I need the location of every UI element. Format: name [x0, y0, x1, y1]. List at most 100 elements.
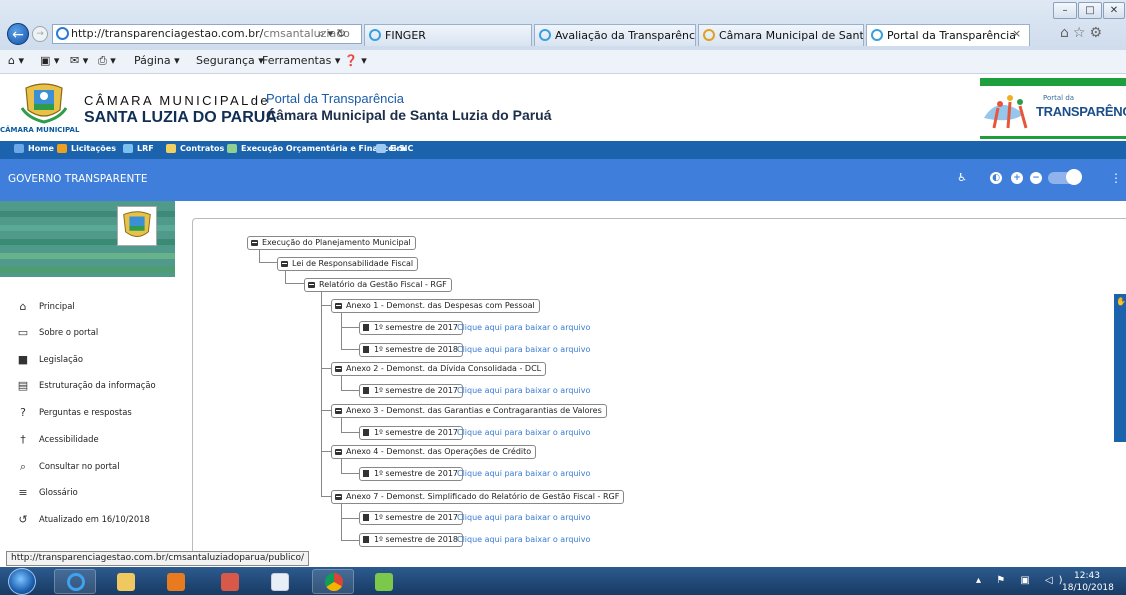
taskbar-paint[interactable] [208, 569, 250, 594]
download-link[interactable]: Clique aqui para baixar o arquivo [457, 321, 590, 335]
sidebar-item-sobre[interactable]: ▭ Sobre o portal [0, 320, 175, 346]
page-menu[interactable]: Página ▾ [134, 54, 180, 67]
tree-file-node[interactable]: 1º semestre de 2017 [359, 511, 463, 525]
paint-icon [221, 573, 239, 591]
taskbar-ie[interactable] [54, 569, 96, 594]
download-link[interactable]: Clique aqui para baixar o arquivo [457, 511, 590, 525]
search-icon: ⌕ [19, 460, 27, 473]
home-icon [14, 144, 24, 153]
collapse-icon[interactable] [335, 303, 342, 309]
sidebar-item-estruturacao[interactable]: ▤ Estruturação da informação [0, 373, 175, 399]
menu-label: Contratos [180, 144, 225, 153]
sidebar-item-label: Legislação [39, 354, 83, 364]
home-command[interactable]: ⌂ ▾ [8, 54, 24, 67]
forward-button[interactable]: → [32, 26, 48, 42]
portal-title: Portal da Transparência [266, 91, 405, 106]
node-label: 1º semestre de 2017 [374, 386, 458, 395]
tree-file-node[interactable]: 1º semestre de 2017 [359, 467, 463, 481]
menu-lrf[interactable]: LRF [123, 144, 154, 153]
download-link[interactable]: Clique aqui para baixar o arquivo [457, 426, 590, 440]
sidebar-item-acessibilidade[interactable]: † Acessibilidade [0, 427, 175, 453]
more-options-icon[interactable]: ⋮ [1110, 172, 1122, 184]
zoom-out-icon[interactable]: − [1030, 172, 1042, 184]
taskbar-notepad[interactable] [258, 569, 300, 594]
collapse-icon[interactable] [335, 408, 342, 414]
back-button[interactable]: ← [7, 23, 29, 45]
mail-command[interactable]: ✉ ▾ [70, 54, 88, 67]
help-menu[interactable]: ❓ ▾ [344, 54, 367, 67]
address-tools[interactable]: ⌕ ▾ ↻ [318, 24, 360, 44]
governo-title: GOVERNO TRANSPARENTE [8, 173, 148, 185]
tools-menu[interactable]: Ferramentas ▾ [262, 54, 340, 67]
sidebar-item-consultar[interactable]: ⌕ Consultar no portal [0, 454, 175, 480]
start-button[interactable] [8, 568, 36, 595]
tree-file-node[interactable]: 1º semestre de 2017 [359, 426, 463, 440]
accessibility-side-tab[interactable] [1114, 294, 1126, 442]
menu-esic[interactable]: E-SIC [376, 144, 413, 153]
feeds-command[interactable]: ▣ ▾ [40, 54, 59, 67]
minimize-button[interactable]: – [1053, 2, 1077, 19]
download-link[interactable]: Clique aqui para baixar o arquivo [457, 467, 590, 481]
vlibras-icon: ✋ [1116, 297, 1126, 306]
tree-node-lrf[interactable]: Lei de Responsabilidade Fiscal [277, 257, 419, 271]
collapse-icon[interactable] [281, 261, 288, 267]
home-favorites-settings-icons[interactable]: ⌂☆⚙ [1060, 25, 1106, 41]
sidebar-item-label: Acessibilidade [39, 434, 99, 444]
taskbar-chrome[interactable] [312, 569, 354, 594]
collapse-icon[interactable] [335, 366, 342, 372]
municipal-crest-logo[interactable] [20, 78, 68, 124]
sidebar-item-glossario[interactable]: ≡ Glossário [0, 480, 175, 506]
node-label: 1º semestre de 2017 [374, 323, 458, 332]
tree-node-anexo-7[interactable]: Anexo 7 - Demonst. Simplificado do Relat… [331, 490, 625, 504]
accessibility-icon[interactable]: ♿ [956, 172, 968, 184]
file-icon [363, 387, 369, 394]
tree-file-node[interactable]: 1º semestre de 2017 [359, 384, 463, 398]
tab-avaliacao[interactable]: Avaliação da Transparência do... [534, 24, 696, 46]
tab-finger[interactable]: FINGER [364, 24, 532, 46]
tree-node-anexo-3[interactable]: Anexo 3 - Demonst. das Garantias e Contr… [331, 404, 607, 418]
menu-contratos[interactable]: Contratos [166, 144, 224, 153]
system-tray[interactable]: ▴ ⚑ ▣ ◁) [976, 575, 1069, 586]
collapse-icon[interactable] [335, 449, 342, 455]
collapse-icon[interactable] [335, 494, 342, 500]
toggle-knob[interactable] [1066, 169, 1082, 185]
close-tab-icon[interactable]: × [1012, 27, 1021, 40]
zoom-in-icon[interactable]: + [1011, 172, 1023, 184]
security-menu[interactable]: Segurança ▾ [196, 54, 264, 67]
menu-home[interactable]: Home [14, 144, 54, 153]
folder-icon [166, 144, 176, 153]
tree-node-anexo-1[interactable]: Anexo 1 - Demonst. das Despesas com Pess… [331, 299, 540, 313]
download-link[interactable]: Clique aqui para baixar o arquivo [457, 533, 590, 547]
taskbar-explorer[interactable] [104, 569, 146, 594]
taskbar-app[interactable] [362, 569, 404, 594]
tree-node-anexo-2[interactable]: Anexo 2 - Demonst. da Dívida Consolidada… [331, 362, 547, 376]
collapse-icon[interactable] [251, 240, 258, 246]
collapse-icon[interactable] [308, 282, 315, 288]
close-window-button[interactable]: ✕ [1103, 2, 1125, 19]
tab-portal[interactable]: Portal da Transparência [866, 24, 1030, 46]
menu-licitacoes[interactable]: Licitações [57, 144, 116, 153]
clock-time: 12:43 [1074, 571, 1100, 581]
restore-button[interactable]: □ [1078, 2, 1102, 19]
taskbar-media[interactable] [154, 569, 196, 594]
sidebar-item-perguntas[interactable]: ? Perguntas e respostas [0, 400, 175, 426]
print-command[interactable]: ⎙ ▾ [98, 54, 116, 68]
media-player-icon [167, 573, 185, 591]
tree-node-execucao[interactable]: Execução do Planejamento Municipal [247, 236, 416, 250]
status-bar-url: http://transparenciagestao.com.br/cmsant… [6, 551, 309, 566]
tree-file-node[interactable]: 1º semestre de 2017 [359, 321, 463, 335]
camara-city: SANTA LUZIA DO PARUÁ [84, 109, 277, 126]
address-bar[interactable]: http://transparenciagestao.com.br/cmsant… [52, 24, 362, 44]
logo-small-text: Portal da [1043, 94, 1075, 102]
contrast-icon[interactable]: ◐ [990, 172, 1002, 184]
sidebar-item-legislacao[interactable]: ■ Legislação [0, 347, 175, 373]
tree-node-anexo-4[interactable]: Anexo 4 - Demonst. das Operações de Créd… [331, 445, 537, 459]
tree-node-rgf[interactable]: Relatório da Gestão Fiscal - RGF [304, 278, 452, 292]
tab-camara[interactable]: Câmara Municipal de Santa Lu... [698, 24, 864, 46]
logo-underline [980, 136, 1126, 139]
download-link[interactable]: Clique aqui para baixar o arquivo [457, 384, 590, 398]
download-link[interactable]: Clique aqui para baixar o arquivo [457, 343, 590, 357]
tree-file-node[interactable]: 1º semestre de 2018 [359, 533, 463, 547]
tree-file-node[interactable]: 1º semestre de 2018 [359, 343, 463, 357]
sidebar-item-principal[interactable]: ⌂ Principal [0, 294, 175, 320]
